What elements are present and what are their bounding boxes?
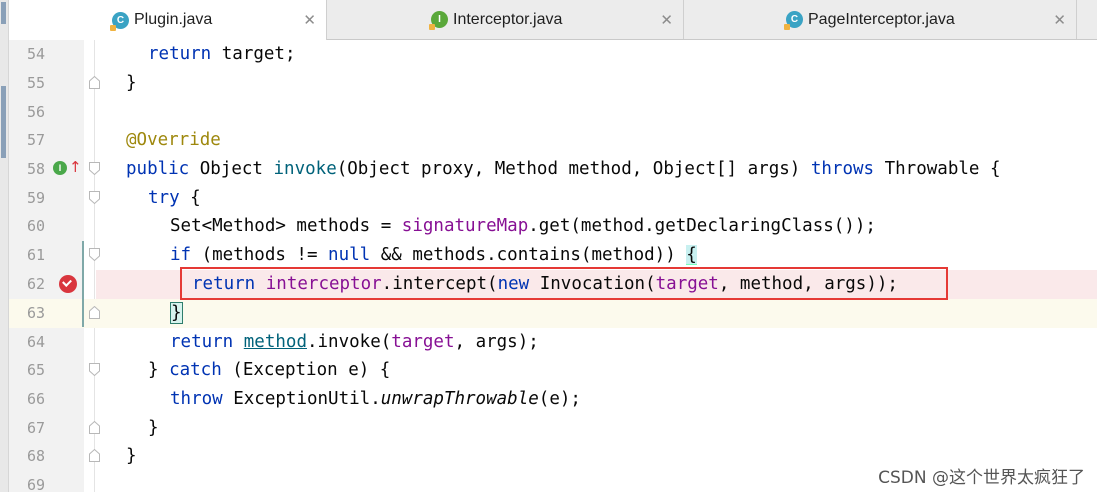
code-line[interactable]: 61 if (methods != null && methods.contai… — [9, 241, 1097, 270]
fold-end-icon[interactable] — [89, 449, 100, 462]
code-text[interactable]: Set<Method> methods = signatureMap.get(m… — [170, 214, 876, 238]
code-line[interactable]: 55 } — [9, 69, 1097, 98]
code-text[interactable]: } — [126, 444, 137, 468]
implements-method-icon[interactable]: I — [53, 161, 67, 175]
close-icon[interactable]: ✕ — [1053, 11, 1066, 29]
code-line[interactable]: 60 Set<Method> methods = signatureMap.ge… — [9, 212, 1097, 241]
line-number: 62 — [26, 275, 45, 293]
scope-indicator — [82, 241, 84, 327]
code-line[interactable]: 67 } — [9, 414, 1097, 443]
fold-start-icon[interactable] — [89, 162, 100, 175]
tool-window-marker[interactable] — [1, 2, 6, 24]
class-icon: C — [784, 11, 803, 30]
close-icon[interactable]: ✕ — [660, 11, 673, 29]
line-number: 68 — [26, 447, 45, 465]
line-number: 61 — [26, 246, 45, 264]
tab-label: Interceptor.java — [453, 10, 563, 28]
code-line[interactable]: 59 try { — [9, 184, 1097, 213]
editor-tab-bar: C Plugin.java ✕ I Interceptor.java ✕ C P… — [9, 0, 1097, 40]
code-text[interactable]: } — [170, 301, 183, 325]
tab-pageinterceptor-java[interactable]: C PageInterceptor.java ✕ — [684, 0, 1077, 39]
class-icon: C — [110, 11, 129, 31]
line-number: 65 — [26, 361, 45, 379]
line-number: 56 — [26, 103, 45, 121]
code-line[interactable]: 56 — [9, 98, 1097, 127]
method-reference-link[interactable]: method — [244, 332, 307, 352]
code-line[interactable]: 58 I ↑ public Object invoke(Object proxy… — [9, 155, 1097, 184]
fold-start-icon[interactable] — [89, 248, 100, 261]
close-icon[interactable]: ✕ — [303, 11, 316, 29]
line-number: 60 — [26, 217, 45, 235]
matched-brace: } — [170, 302, 183, 324]
code-text[interactable]: throw ExceptionUtil.unwrapThrowable(e); — [170, 387, 581, 411]
watermark: CSDN @这个世界太疯狂了 — [878, 468, 1085, 488]
tool-window-marker[interactable] — [1, 86, 6, 158]
line-number: 59 — [26, 189, 45, 207]
fold-start-icon[interactable] — [89, 191, 100, 204]
line-number: 67 — [26, 419, 45, 437]
line-number: 55 — [26, 74, 45, 92]
code-text[interactable]: try { — [148, 186, 201, 210]
tab-interceptor-java[interactable]: I Interceptor.java ✕ — [327, 0, 684, 39]
tab-label: PageInterceptor.java — [808, 10, 955, 28]
line-number: 66 — [26, 390, 45, 408]
code-text[interactable]: public Object invoke(Object proxy, Metho… — [126, 157, 1001, 181]
code-line[interactable]: 66 throw ExceptionUtil.unwrapThrowable(e… — [9, 385, 1097, 414]
line-number: 69 — [26, 476, 45, 494]
code-line-current[interactable]: 63 } — [9, 299, 1097, 328]
fold-start-icon[interactable] — [89, 363, 100, 376]
tab-plugin-java[interactable]: C Plugin.java ✕ — [9, 0, 327, 40]
matched-brace: { — [686, 245, 697, 265]
code-text[interactable]: if (methods != null && methods.contains(… — [170, 243, 697, 267]
code-text[interactable]: return method.invoke(target, args); — [170, 330, 539, 354]
code-line[interactable]: 64 return method.invoke(target, args); — [9, 328, 1097, 357]
code-text[interactable]: @Override — [126, 128, 221, 152]
code-text[interactable]: } catch (Exception e) { — [148, 358, 390, 382]
highlight-annotation-box — [180, 267, 948, 300]
code-line[interactable]: 54 return target; — [9, 40, 1097, 69]
code-text[interactable]: return target; — [148, 42, 296, 66]
tab-label: Plugin.java — [134, 11, 213, 28]
interface-icon: I — [429, 11, 448, 30]
breakpoint-icon[interactable] — [59, 275, 77, 293]
line-number: 58 — [26, 160, 45, 178]
code-line[interactable]: 57 @Override — [9, 126, 1097, 155]
override-arrow-icon[interactable]: ↑ — [69, 158, 82, 176]
code-text[interactable]: } — [126, 71, 137, 95]
line-number: 57 — [26, 131, 45, 149]
code-text[interactable]: } — [148, 416, 159, 440]
fold-end-icon[interactable] — [89, 421, 100, 434]
code-line[interactable]: 65 } catch (Exception e) { — [9, 356, 1097, 385]
left-tool-strip[interactable] — [0, 0, 9, 492]
line-number: 63 — [26, 304, 45, 322]
fold-end-icon[interactable] — [89, 306, 100, 319]
line-number: 54 — [26, 45, 45, 63]
fold-end-icon[interactable] — [89, 76, 100, 89]
line-number: 64 — [26, 333, 45, 351]
